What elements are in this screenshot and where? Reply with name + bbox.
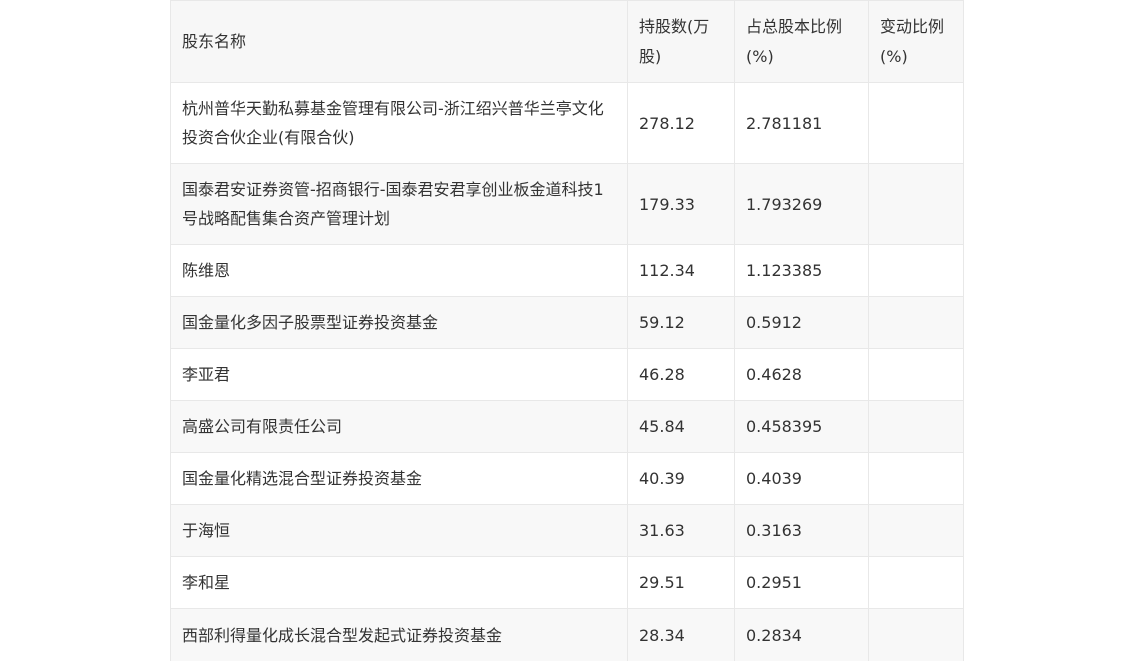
table-row: 于海恒 31.63 0.3163: [170, 504, 964, 557]
cell-name: 国泰君安证券资管-招商银行-国泰君安君享创业板金道科技1号战略配售集合资产管理计…: [170, 163, 628, 245]
header-ratio: 占总股本比例(%): [734, 0, 869, 83]
cell-name: 西部利得量化成长混合型发起式证券投资基金: [170, 608, 628, 661]
cell-shares: 179.33: [627, 163, 735, 245]
table-row: 国泰君安证券资管-招商银行-国泰君安君享创业板金道科技1号战略配售集合资产管理计…: [170, 163, 964, 245]
cell-shares: 40.39: [627, 452, 735, 505]
cell-ratio: 0.4628: [734, 348, 869, 401]
cell-change: [868, 504, 964, 557]
cell-name: 李和星: [170, 556, 628, 609]
cell-ratio: 1.123385: [734, 244, 869, 297]
cell-shares: 278.12: [627, 82, 735, 164]
cell-change: [868, 400, 964, 453]
cell-change: [868, 82, 964, 164]
table-row: 高盛公司有限责任公司 45.84 0.458395: [170, 400, 964, 453]
table-row: 国金量化精选混合型证券投资基金 40.39 0.4039: [170, 452, 964, 505]
table-row: 杭州普华天勤私募基金管理有限公司-浙江绍兴普华兰亭文化投资合伙企业(有限合伙) …: [170, 82, 964, 164]
cell-change: [868, 244, 964, 297]
cell-shares: 29.51: [627, 556, 735, 609]
cell-change: [868, 296, 964, 349]
cell-ratio: 0.5912: [734, 296, 869, 349]
cell-name: 国金量化多因子股票型证券投资基金: [170, 296, 628, 349]
cell-change: [868, 452, 964, 505]
table-header: 股东名称 持股数(万股) 占总股本比例(%) 变动比例(%): [170, 0, 964, 83]
cell-ratio: 0.2951: [734, 556, 869, 609]
table-row: 李亚君 46.28 0.4628: [170, 348, 964, 401]
header-change: 变动比例(%): [868, 0, 964, 83]
cell-name: 国金量化精选混合型证券投资基金: [170, 452, 628, 505]
cell-ratio: 0.4039: [734, 452, 869, 505]
cell-name: 高盛公司有限责任公司: [170, 400, 628, 453]
cell-ratio: 0.458395: [734, 400, 869, 453]
cell-ratio: 1.793269: [734, 163, 869, 245]
table-row: 西部利得量化成长混合型发起式证券投资基金 28.34 0.2834: [170, 608, 964, 661]
cell-change: [868, 348, 964, 401]
table-row: 国金量化多因子股票型证券投资基金 59.12 0.5912: [170, 296, 964, 349]
cell-name: 于海恒: [170, 504, 628, 557]
header-shareholder-name: 股东名称: [170, 0, 628, 83]
table-body: 杭州普华天勤私募基金管理有限公司-浙江绍兴普华兰亭文化投资合伙企业(有限合伙) …: [170, 82, 964, 661]
cell-shares: 59.12: [627, 296, 735, 349]
cell-change: [868, 608, 964, 661]
cell-shares: 45.84: [627, 400, 735, 453]
table-row: 李和星 29.51 0.2951: [170, 556, 964, 609]
cell-shares: 112.34: [627, 244, 735, 297]
cell-shares: 46.28: [627, 348, 735, 401]
cell-ratio: 0.3163: [734, 504, 869, 557]
cell-ratio: 0.2834: [734, 608, 869, 661]
cell-name: 李亚君: [170, 348, 628, 401]
header-row: 股东名称 持股数(万股) 占总股本比例(%) 变动比例(%): [170, 0, 964, 83]
cell-shares: 31.63: [627, 504, 735, 557]
cell-name: 杭州普华天勤私募基金管理有限公司-浙江绍兴普华兰亭文化投资合伙企业(有限合伙): [170, 82, 628, 164]
cell-shares: 28.34: [627, 608, 735, 661]
cell-change: [868, 163, 964, 245]
header-shares: 持股数(万股): [627, 0, 735, 83]
cell-ratio: 2.781181: [734, 82, 869, 164]
cell-name: 陈维恩: [170, 244, 628, 297]
table-row: 陈维恩 112.34 1.123385: [170, 244, 964, 297]
cell-change: [868, 556, 964, 609]
shareholders-table: 股东名称 持股数(万股) 占总股本比例(%) 变动比例(%) 杭州普华天勤私募基…: [170, 0, 964, 661]
